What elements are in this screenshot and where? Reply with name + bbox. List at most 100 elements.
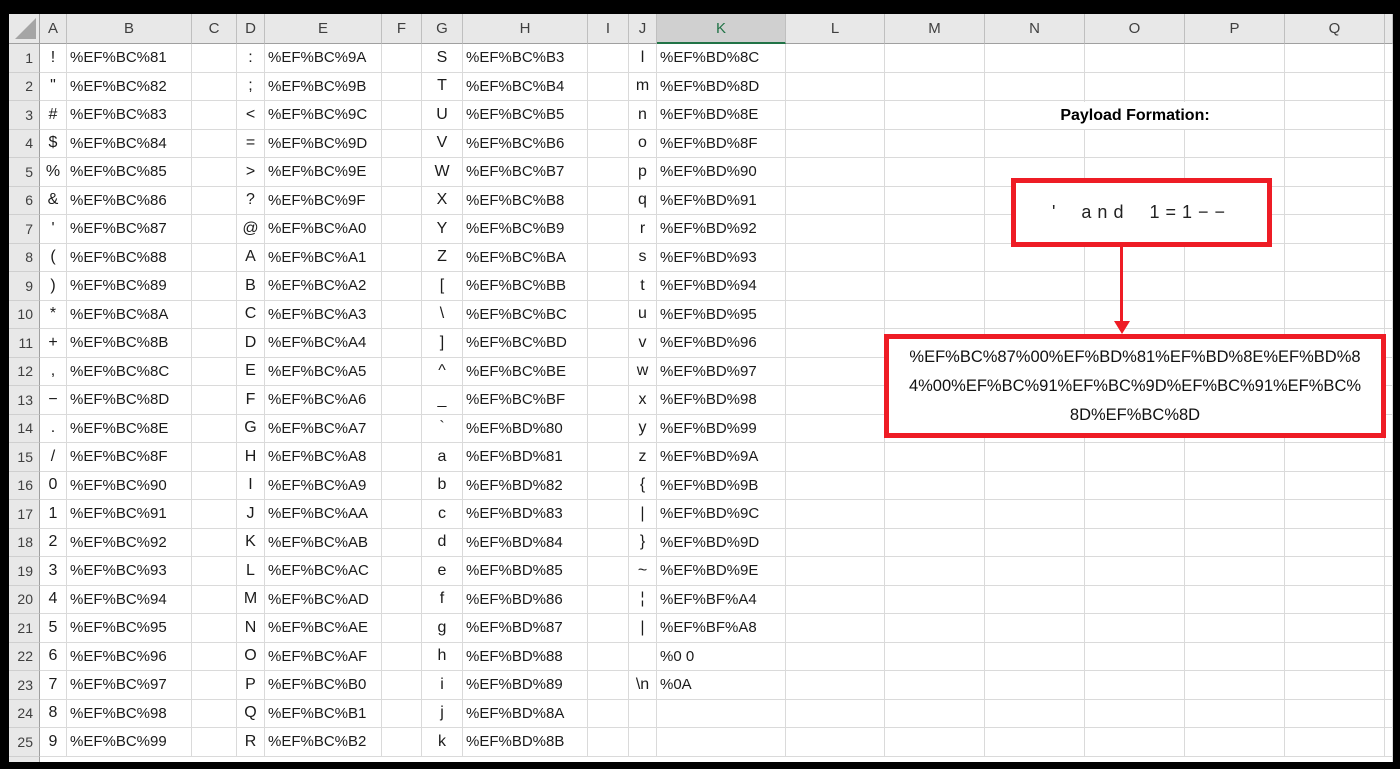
cell-a10[interactable]: * xyxy=(40,300,67,329)
cell-a15[interactable]: / xyxy=(40,443,67,472)
row-header-18[interactable]: 18 xyxy=(9,528,40,557)
cell-i16[interactable] xyxy=(588,471,629,500)
cell-a2[interactable]: " xyxy=(40,72,67,101)
cell-m16[interactable] xyxy=(885,471,985,500)
cell-o19[interactable] xyxy=(1085,557,1185,586)
cell-i23[interactable] xyxy=(588,671,629,700)
cell-c20[interactable] xyxy=(192,585,237,614)
cell-f12[interactable] xyxy=(382,357,422,386)
cell-j1[interactable]: l xyxy=(629,44,657,73)
cell-b19[interactable]: %EF%BC%93 xyxy=(67,557,192,586)
cell-l25[interactable] xyxy=(786,728,885,757)
row-header-13[interactable]: 13 xyxy=(9,386,40,415)
cell-k17[interactable]: %EF%BD%9C xyxy=(657,500,786,529)
cell-q3[interactable] xyxy=(1285,101,1385,130)
cell-g8[interactable]: Z xyxy=(422,243,463,272)
cell-i24[interactable] xyxy=(588,699,629,728)
row-header-7[interactable]: 7 xyxy=(9,215,40,244)
cell-o16[interactable] xyxy=(1085,471,1185,500)
cell-f5[interactable] xyxy=(382,158,422,187)
cell-m10[interactable] xyxy=(885,300,985,329)
cell-o23[interactable] xyxy=(1085,671,1185,700)
cell-e10[interactable]: %EF%BC%A3 xyxy=(265,300,382,329)
cell-d22[interactable]: O xyxy=(237,642,265,671)
cell-h20[interactable]: %EF%BD%86 xyxy=(463,585,588,614)
cell-k22[interactable]: %0 0 xyxy=(657,642,786,671)
cell-p9[interactable] xyxy=(1185,272,1285,301)
cell-e18[interactable]: %EF%BC%AB xyxy=(265,528,382,557)
cell-e25[interactable]: %EF%BC%B2 xyxy=(265,728,382,757)
cell-q2[interactable] xyxy=(1285,72,1385,101)
cell-n19[interactable] xyxy=(985,557,1085,586)
cell-o4[interactable] xyxy=(1085,129,1185,158)
cell-d24[interactable]: Q xyxy=(237,699,265,728)
cell-i17[interactable] xyxy=(588,500,629,529)
cell-q17[interactable] xyxy=(1285,500,1385,529)
cell-f15[interactable] xyxy=(382,443,422,472)
cell-j9[interactable]: t xyxy=(629,272,657,301)
cell-g24[interactable]: j xyxy=(422,699,463,728)
payload-plain-box[interactable]: ' and 1=1−− xyxy=(1011,178,1272,247)
cell-c12[interactable] xyxy=(192,357,237,386)
cell-l14[interactable] xyxy=(786,414,885,443)
cell-m7[interactable] xyxy=(885,215,985,244)
cell-b17[interactable]: %EF%BC%91 xyxy=(67,500,192,529)
cell-p17[interactable] xyxy=(1185,500,1285,529)
cell-e7[interactable]: %EF%BC%A0 xyxy=(265,215,382,244)
cell-o8[interactable] xyxy=(1085,243,1185,272)
cell-g12[interactable]: ^ xyxy=(422,357,463,386)
cell-m20[interactable] xyxy=(885,585,985,614)
cell-g2[interactable]: T xyxy=(422,72,463,101)
cell-d11[interactable]: D xyxy=(237,329,265,358)
cell-c6[interactable] xyxy=(192,186,237,215)
cell-f6[interactable] xyxy=(382,186,422,215)
cell-g17[interactable]: c xyxy=(422,500,463,529)
cell-q8[interactable] xyxy=(1285,243,1385,272)
column-header-q[interactable]: Q xyxy=(1285,14,1385,44)
cell-p8[interactable] xyxy=(1185,243,1285,272)
cell-q16[interactable] xyxy=(1285,471,1385,500)
cell-c5[interactable] xyxy=(192,158,237,187)
cell-a9[interactable]: ) xyxy=(40,272,67,301)
cell-h8[interactable]: %EF%BC%BA xyxy=(463,243,588,272)
row-header-8[interactable]: 8 xyxy=(9,243,40,272)
cell-d17[interactable]: J xyxy=(237,500,265,529)
cell-j19[interactable]: ~ xyxy=(629,557,657,586)
cell-h6[interactable]: %EF%BC%B8 xyxy=(463,186,588,215)
cell-b20[interactable]: %EF%BC%94 xyxy=(67,585,192,614)
cell-b24[interactable]: %EF%BC%98 xyxy=(67,699,192,728)
cell-l12[interactable] xyxy=(786,357,885,386)
column-header-a[interactable]: A xyxy=(40,14,67,44)
cell-i15[interactable] xyxy=(588,443,629,472)
cell-e19[interactable]: %EF%BC%AC xyxy=(265,557,382,586)
cell-h23[interactable]: %EF%BD%89 xyxy=(463,671,588,700)
cell-k12[interactable]: %EF%BD%97 xyxy=(657,357,786,386)
cell-e23[interactable]: %EF%BC%B0 xyxy=(265,671,382,700)
cell-n22[interactable] xyxy=(985,642,1085,671)
cell-f20[interactable] xyxy=(382,585,422,614)
cell-i21[interactable] xyxy=(588,614,629,643)
cell-g5[interactable]: W xyxy=(422,158,463,187)
cell-e9[interactable]: %EF%BC%A2 xyxy=(265,272,382,301)
cell-o24[interactable] xyxy=(1085,699,1185,728)
cell-p15[interactable] xyxy=(1185,443,1285,472)
cell-e6[interactable]: %EF%BC%9F xyxy=(265,186,382,215)
cell-b18[interactable]: %EF%BC%92 xyxy=(67,528,192,557)
cell-o17[interactable] xyxy=(1085,500,1185,529)
select-all-corner[interactable] xyxy=(9,14,40,44)
cell-j2[interactable]: m xyxy=(629,72,657,101)
cell-h14[interactable]: %EF%BD%80 xyxy=(463,414,588,443)
cell-g23[interactable]: i xyxy=(422,671,463,700)
cell-q23[interactable] xyxy=(1285,671,1385,700)
cell-k16[interactable]: %EF%BD%9B xyxy=(657,471,786,500)
cell-p24[interactable] xyxy=(1185,699,1285,728)
cell-d18[interactable]: K xyxy=(237,528,265,557)
cell-j23[interactable]: \n xyxy=(629,671,657,700)
cell-a21[interactable]: 5 xyxy=(40,614,67,643)
cell-i1[interactable] xyxy=(588,44,629,73)
cell-h18[interactable]: %EF%BD%84 xyxy=(463,528,588,557)
cell-b7[interactable]: %EF%BC%87 xyxy=(67,215,192,244)
cell-o9[interactable] xyxy=(1085,272,1185,301)
cell-e11[interactable]: %EF%BC%A4 xyxy=(265,329,382,358)
column-header-d[interactable]: D xyxy=(237,14,265,44)
